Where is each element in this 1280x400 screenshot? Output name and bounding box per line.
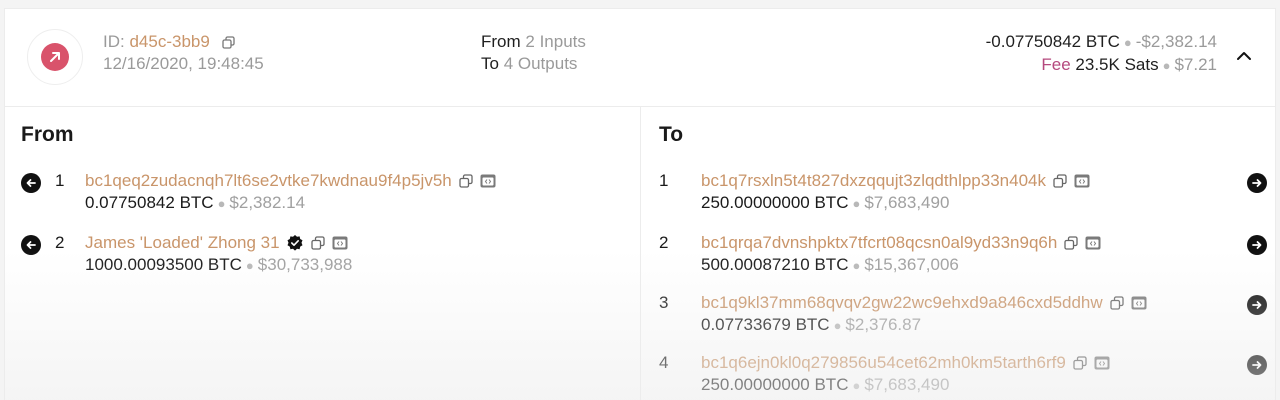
- tx-id-value[interactable]: d45c-3bb9: [129, 32, 209, 51]
- outputs-section: To 1 bc1q7rsxln5t4t827dxzqqujt3zlqdthlpp…: [641, 107, 1277, 400]
- input-btc: 1000.00093500: [85, 255, 204, 274]
- separator-dot: ●: [245, 258, 254, 273]
- output-btc: 250.00000000: [701, 193, 810, 212]
- output-index: 2: [659, 233, 669, 252]
- output-value: 250.00000000 BTC ● $7,683,490: [701, 375, 949, 395]
- output-usd: $15,367,006: [864, 255, 959, 274]
- output-unit: BTC: [814, 375, 849, 394]
- arrow-up-right-icon: [41, 43, 69, 71]
- output-usd: $2,376.87: [845, 315, 922, 334]
- arrow-right-circle-icon[interactable]: [1247, 235, 1267, 255]
- output-index: 4: [659, 353, 669, 372]
- from-label: From: [481, 32, 521, 51]
- fee-usd: $7.21: [1174, 55, 1217, 74]
- copy-icon[interactable]: [221, 35, 237, 51]
- separator-dot: ●: [1162, 58, 1171, 73]
- explorer-icon[interactable]: [1074, 173, 1090, 189]
- output-row: 4 bc1q6ejn0kl0q279856u54cet62mh0km5tarth…: [641, 351, 1277, 399]
- input-address[interactable]: James 'Loaded' Zhong 31: [85, 233, 280, 253]
- outputs-title: To: [659, 123, 684, 146]
- arrow-right-circle-icon[interactable]: [1247, 295, 1267, 315]
- output-btc: 500.00087210: [701, 255, 810, 274]
- tx-amounts: -0.07750842 BTC ● -$2,382.14 Fee 23.5K Sat…: [986, 31, 1217, 77]
- input-value: 1000.00093500 BTC ● $30,733,988: [85, 255, 352, 275]
- fee-sats: 23.5K Sats: [1075, 55, 1159, 74]
- copy-icon[interactable]: [458, 173, 474, 189]
- arrow-right-circle-icon[interactable]: [1247, 173, 1267, 193]
- input-index: 1: [55, 171, 65, 190]
- explorer-icon[interactable]: [332, 235, 348, 251]
- output-address[interactable]: bc1qrqa7dvnshpktx7tfcrt08qcsn0al9yd33n9q…: [701, 233, 1057, 253]
- input-usd: $2,382.14: [229, 193, 306, 212]
- transaction-summary[interactable]: ID: d45c-3bb9 12/16/2020, 19:48:45 From …: [5, 9, 1275, 107]
- copy-icon[interactable]: [1072, 355, 1088, 371]
- output-row: 3 bc1q9kl37mm68qvqv2gw22wc9ehxd9a846cxd5…: [641, 291, 1277, 339]
- copy-icon[interactable]: [310, 235, 326, 251]
- explorer-icon[interactable]: [1094, 355, 1110, 371]
- inputs-count: 2 Inputs: [525, 32, 586, 51]
- output-index: 1: [659, 171, 669, 190]
- separator-dot: ●: [833, 318, 842, 333]
- explorer-icon[interactable]: [1085, 235, 1101, 251]
- tx-direction-badge: [27, 29, 83, 85]
- input-value: 0.07750842 BTC ● $2,382.14: [85, 193, 305, 213]
- separator-dot: ●: [217, 196, 226, 211]
- output-usd: $7,683,490: [864, 193, 950, 212]
- chevron-up-icon[interactable]: [1235, 47, 1253, 65]
- input-index: 2: [55, 233, 65, 252]
- output-value: 500.00087210 BTC ● $15,367,006: [701, 255, 959, 275]
- copy-icon[interactable]: [1052, 173, 1068, 189]
- output-unit: BTC: [795, 315, 830, 334]
- transaction-card: ID: d45c-3bb9 12/16/2020, 19:48:45 From …: [4, 8, 1276, 400]
- output-address[interactable]: bc1q9kl37mm68qvqv2gw22wc9ehxd9a846cxd5dd…: [701, 293, 1103, 313]
- output-row: 2 bc1qrqa7dvnshpktx7tfcrt08qcsn0al9yd33n…: [641, 231, 1277, 279]
- verified-badge-icon: [286, 234, 304, 252]
- tx-amount-btc: -0.07750842 BTC: [985, 32, 1120, 51]
- arrow-left-circle-icon[interactable]: [21, 235, 41, 255]
- separator-dot: ●: [852, 378, 861, 393]
- arrow-left-circle-icon[interactable]: [21, 173, 41, 193]
- copy-icon[interactable]: [1063, 235, 1079, 251]
- input-usd: $30,733,988: [257, 255, 353, 274]
- inputs-section: From 1 bc1qeq2zudacnqh7lt6se2vtke7kwdnau…: [5, 107, 641, 400]
- tx-meta: ID: d45c-3bb9 12/16/2020, 19:48:45: [103, 31, 264, 75]
- tx-datetime: 12/16/2020, 19:48:45: [103, 54, 264, 73]
- separator-dot: ●: [852, 258, 861, 273]
- output-value: 250.00000000 BTC ● $7,683,490: [701, 193, 949, 213]
- explorer-icon[interactable]: [480, 173, 496, 189]
- output-address[interactable]: bc1q7rsxln5t4t827dxzqqujt3zlqdthlpp33n40…: [701, 171, 1046, 191]
- output-value: 0.07733679 BTC ● $2,376.87: [701, 315, 921, 335]
- input-row: 2 James 'Loaded' Zhong 31 1000.00093500 …: [5, 231, 640, 279]
- to-label: To: [481, 54, 499, 73]
- input-address[interactable]: bc1qeq2zudacnqh7lt6se2vtke7kwdnau9f4p5jv…: [85, 171, 452, 191]
- output-btc: 250.00000000: [701, 375, 810, 394]
- output-usd: $7,683,490: [864, 375, 950, 394]
- output-unit: BTC: [814, 193, 849, 212]
- explorer-icon[interactable]: [1131, 295, 1147, 311]
- output-btc: 0.07733679: [701, 315, 791, 334]
- fee-label: Fee: [1041, 55, 1071, 74]
- output-unit: BTC: [814, 255, 849, 274]
- input-unit: BTC: [179, 193, 214, 212]
- tx-id-label: ID:: [103, 32, 125, 51]
- input-btc: 0.07750842: [85, 193, 175, 212]
- copy-icon[interactable]: [1109, 295, 1125, 311]
- input-unit: BTC: [207, 255, 242, 274]
- outputs-count: 4 Outputs: [503, 54, 578, 73]
- output-address[interactable]: bc1q6ejn0kl0q279856u54cet62mh0km5tarth6r…: [701, 353, 1066, 373]
- separator-dot: ●: [852, 196, 861, 211]
- inputs-title: From: [21, 123, 74, 146]
- output-index: 3: [659, 293, 669, 312]
- tx-io-counts: From 2 Inputs To 4 Outputs: [481, 31, 586, 75]
- tx-amount-usd: -$2,382.14: [1135, 32, 1217, 51]
- input-row: 1 bc1qeq2zudacnqh7lt6se2vtke7kwdnau9f4p5…: [5, 169, 640, 217]
- separator-dot: ●: [1123, 35, 1132, 50]
- output-row: 1 bc1q7rsxln5t4t827dxzqqujt3zlqdthlpp33n…: [641, 169, 1277, 217]
- arrow-right-circle-icon[interactable]: [1247, 355, 1267, 375]
